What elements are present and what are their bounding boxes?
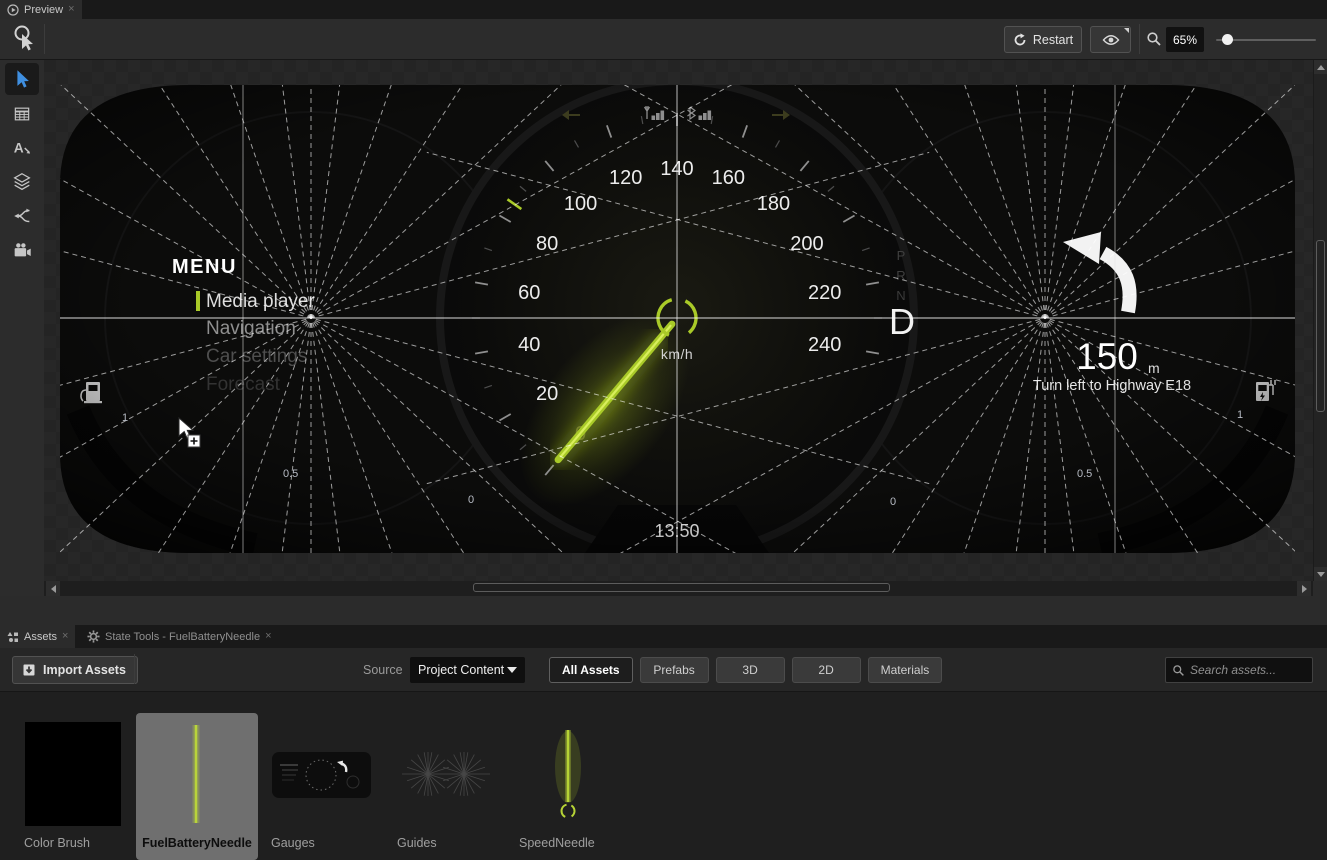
tab-state-tools-label: State Tools - FuelBatteryNeedle xyxy=(105,631,260,643)
tab-preview-label: Preview xyxy=(24,4,63,16)
guide-value-label-2: 0 xyxy=(468,494,474,506)
tab-assets-label: Assets xyxy=(24,631,57,643)
zoom-magnifier-icon xyxy=(1146,31,1162,50)
tab-preview-close-icon[interactable]: × xyxy=(68,4,74,15)
assets-grid: Color Brush FuelBatteryNeedle Gauges Guides… xyxy=(0,692,1327,860)
preview-canvas[interactable]: 020406080100120140160180200220240 km/h xyxy=(44,60,1313,581)
color-brush-thumbnail xyxy=(25,722,121,826)
asset-search-box[interactable] xyxy=(1165,657,1313,683)
play-icon xyxy=(7,4,19,16)
guide-value-label-5: 1 xyxy=(1237,409,1243,421)
scroll-right-button[interactable] xyxy=(1297,581,1311,596)
select-arrow-icon xyxy=(11,68,33,90)
instrument-cluster-preview: 020406080100120140160180200220240 km/h xyxy=(60,85,1295,553)
tab-state-tools-close-icon[interactable]: × xyxy=(265,631,271,642)
source-label: Source xyxy=(363,663,403,677)
layers-icon xyxy=(11,171,33,193)
top-tab-bar: Preview × xyxy=(0,0,1327,19)
horizontal-scrollbar[interactable] xyxy=(44,581,1313,596)
asset-label-color-brush: Color Brush xyxy=(24,836,90,850)
filter-2d[interactable]: 2D xyxy=(792,657,861,683)
table-icon xyxy=(12,104,32,124)
toolbar-separator xyxy=(44,24,45,54)
vertical-scroll-handle[interactable] xyxy=(1316,240,1325,412)
asset-thumb-fuelbatteryneedle[interactable] xyxy=(148,722,244,829)
font-icon: A xyxy=(11,137,33,159)
tab-state-tools[interactable]: State Tools - FuelBatteryNeedle × xyxy=(80,625,279,648)
camera-button[interactable] xyxy=(5,234,39,266)
bottom-tab-bar: Assets × State Tools - FuelBatteryNeedle… xyxy=(0,625,1327,648)
asset-thumb-color-brush[interactable] xyxy=(25,722,121,826)
preview-toolbar: Restart 65% xyxy=(0,19,1327,60)
select-tool-button[interactable] xyxy=(5,63,39,95)
tab-assets[interactable]: Assets × xyxy=(0,625,75,648)
source-dropdown[interactable]: Project Content xyxy=(410,657,525,683)
table-view-button[interactable] xyxy=(5,98,39,130)
asset-thumb-gauges[interactable] xyxy=(272,752,371,801)
guide-value-label-1: 0.5 xyxy=(283,468,298,480)
scroll-up-button[interactable] xyxy=(1314,60,1327,74)
import-assets-label: Import Assets xyxy=(43,663,126,677)
scroll-left-button[interactable] xyxy=(46,581,60,596)
panel-gap xyxy=(0,596,1327,625)
restart-icon xyxy=(1013,33,1027,47)
gauges-thumbnail xyxy=(272,752,371,798)
asset-label-guides: Guides xyxy=(397,836,437,850)
connections-button[interactable] xyxy=(5,200,39,232)
layers-button[interactable] xyxy=(5,166,39,198)
dropdown-arrow-icon xyxy=(507,667,517,673)
assets-toolbar: Import Assets Source Project Content All… xyxy=(0,648,1327,692)
asset-label-gauges: Gauges xyxy=(271,836,315,850)
left-tool-rail: A xyxy=(0,60,44,597)
flow-arrows-icon xyxy=(11,205,33,227)
scroll-down-button[interactable] xyxy=(1314,567,1327,581)
zoom-level-value[interactable]: 65% xyxy=(1166,27,1204,52)
video-camera-icon xyxy=(11,239,33,261)
assets-toolbar-separator xyxy=(134,654,135,684)
interaction-mode-icon[interactable] xyxy=(10,24,38,57)
assets-icon xyxy=(7,631,19,643)
horizontal-scroll-handle[interactable] xyxy=(473,583,890,592)
vertical-scrollbar[interactable] xyxy=(1313,60,1327,581)
asset-label-speedneedle: SpeedNeedle xyxy=(519,836,595,850)
source-dropdown-value: Project Content xyxy=(418,663,504,677)
filter-prefabs[interactable]: Prefabs xyxy=(640,657,709,683)
asset-label-fuelbatteryneedle: FuelBatteryNeedle xyxy=(136,836,258,850)
font-tool-button[interactable]: A xyxy=(5,132,39,164)
guide-value-label-4: 0.5 xyxy=(1077,468,1092,480)
zoom-slider-thumb[interactable] xyxy=(1222,34,1233,45)
import-icon xyxy=(21,662,37,678)
asset-thumb-guides[interactable] xyxy=(398,722,494,829)
toolbar-separator-2 xyxy=(1139,24,1140,54)
guides-thumbnail xyxy=(398,722,494,826)
visibility-button[interactable] xyxy=(1090,26,1131,53)
search-icon xyxy=(1172,664,1185,677)
restart-label: Restart xyxy=(1033,33,1073,47)
svg-text:A: A xyxy=(14,141,24,156)
gear-icon xyxy=(87,630,100,643)
tab-assets-close-icon[interactable]: × xyxy=(62,631,68,642)
asset-thumb-speedneedle[interactable] xyxy=(520,722,616,829)
guide-value-label-3: 0 xyxy=(890,496,896,508)
restart-button[interactable]: Restart xyxy=(1004,26,1082,53)
filter-all-assets[interactable]: All Assets xyxy=(549,657,633,683)
asset-filter-chips: All Assets Prefabs 3D 2D Materials xyxy=(549,657,942,683)
fuel-battery-needle-thumbnail xyxy=(148,722,244,826)
search-input[interactable] xyxy=(1190,663,1300,677)
tab-preview[interactable]: Preview × xyxy=(0,0,82,19)
filter-3d[interactable]: 3D xyxy=(716,657,785,683)
import-assets-button[interactable]: Import Assets xyxy=(12,656,138,684)
eye-icon xyxy=(1102,34,1120,46)
filter-materials[interactable]: Materials xyxy=(868,657,943,683)
speed-needle-thumbnail xyxy=(520,722,616,826)
guide-value-label-0: 1 xyxy=(122,412,128,424)
application-window: Preview × Restart xyxy=(0,0,1327,860)
